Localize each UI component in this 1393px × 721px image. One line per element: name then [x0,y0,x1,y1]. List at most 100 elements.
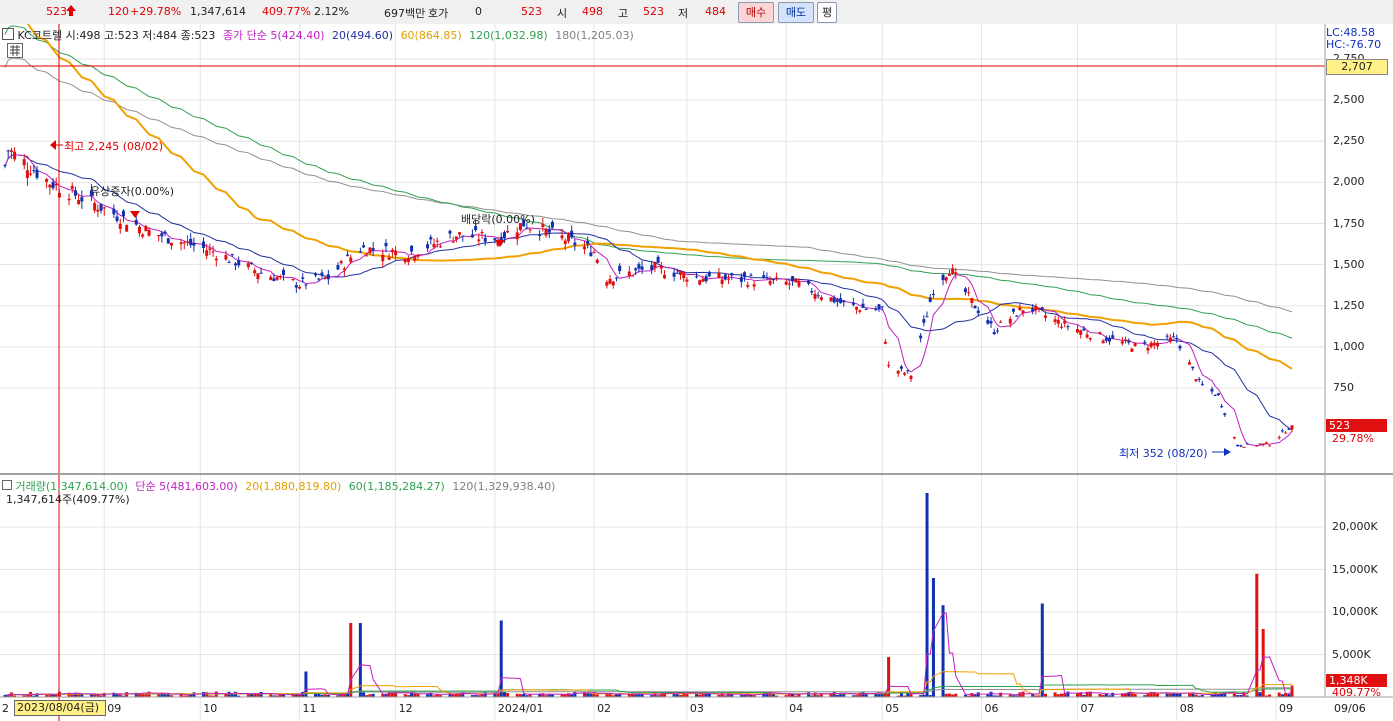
high-annotation: 최고 2,245 (08/02) [64,140,164,153]
high-label: 고 [618,7,629,20]
x-tick-label: 04 [789,702,804,715]
candle-body [995,330,999,332]
volume-bar [947,693,951,697]
price-change: 120 [108,5,129,18]
price-info-line: KC코트렐 시:498 고:523 저:484 종:523 종가 단순 5(42… [2,27,634,43]
volume-bar [861,692,865,697]
candle-body [416,254,420,257]
candle-body [819,297,823,300]
candle-body [605,281,609,286]
candle-body [141,234,145,237]
trade-amount: 697백만 [384,7,426,20]
turnover-rate: 2.12% [314,5,349,18]
candle-body [80,197,84,202]
volume-toggle-icon[interactable] [2,480,12,490]
hoga-value: 0 [475,5,482,18]
candle-body [390,249,394,252]
table-icon[interactable] [7,43,23,58]
candle-body [816,295,820,297]
candle-body [1255,445,1259,447]
volume-bar [807,692,811,697]
candle-body [269,276,273,281]
candle-body [835,299,839,302]
candle-body [358,251,362,253]
candle-body [570,230,574,238]
candle-body [637,264,641,269]
sell-button[interactable]: 매도 [778,2,814,23]
candle-body [1197,378,1201,380]
candle-body [3,165,7,167]
buy-button[interactable]: 매수 [738,2,774,23]
ask-price: 523 [521,5,542,18]
candle-body [656,256,660,263]
candle-body [298,286,302,289]
candle-body [1108,337,1112,342]
eval-button[interactable]: 평 [817,2,837,23]
ma20-label: 20(494.60) [331,29,394,42]
volume-tick-label: 15,000K [1332,562,1378,576]
candle-body [560,235,564,239]
volume-bar [125,692,129,697]
candle-body [1127,340,1131,343]
volume-bar [1066,691,1070,697]
candle-body [544,228,548,236]
volume-bar [586,693,590,697]
candle-body [1124,339,1128,342]
candle-body [342,268,346,271]
candle-body [211,251,215,253]
candle-body [121,210,125,217]
candle-body [51,181,55,189]
candle-body [147,229,151,236]
candle-body [77,199,81,205]
candle-body [922,319,926,323]
candle-body [858,310,862,312]
candle-body [1287,428,1291,430]
volume-bar [1076,693,1079,697]
candle-body [963,288,967,293]
candle-body [944,277,948,281]
candle-body [775,277,779,279]
candle-body [1178,345,1182,349]
candle-body [189,238,193,246]
volume-bar [1111,692,1115,697]
candle-body [256,273,260,280]
candle-body [29,173,33,175]
candle-body [563,240,567,245]
candle-body [365,255,369,257]
candle-body [765,277,769,279]
candle-body [784,281,788,285]
stock-chart[interactable] [0,24,1393,721]
candle-body [1079,330,1083,335]
grid-icon[interactable] [2,28,14,40]
candle-body [166,238,170,244]
candle-body [230,254,234,256]
candle-body [259,272,263,274]
candle-body [1290,425,1294,430]
candle-body [1146,347,1150,351]
candle-body [720,279,724,284]
candle-body [1200,383,1204,385]
volume-ma20-label: 20(1,880,819.80) [245,480,342,493]
candle-body [1143,341,1147,344]
candle-body [1216,393,1220,396]
candle-body [791,276,795,282]
current-volume-pct: 409.77% [1332,686,1381,699]
candle-body [675,272,679,274]
volume-bar [941,605,945,697]
volume-value: 1,347,614 [190,5,246,18]
candle-body [1194,379,1198,382]
candle-body [586,241,590,245]
x-tick-label: 12 [398,702,413,715]
ma180-label: 180(1,205.03) [555,29,634,42]
candle-body [954,272,958,274]
price-tick-label: 1,500 [1333,257,1365,271]
candle-body [919,335,923,339]
candle-body [547,229,551,233]
x-tick-label: 09 [107,702,122,715]
candle-body [54,183,58,186]
candle-body [67,198,71,201]
stock-info: KC코트렐 시:498 고:523 저:484 종:523 [17,29,216,42]
candle-body [1037,307,1041,309]
candle-body [470,234,474,238]
candle-body [899,366,903,369]
